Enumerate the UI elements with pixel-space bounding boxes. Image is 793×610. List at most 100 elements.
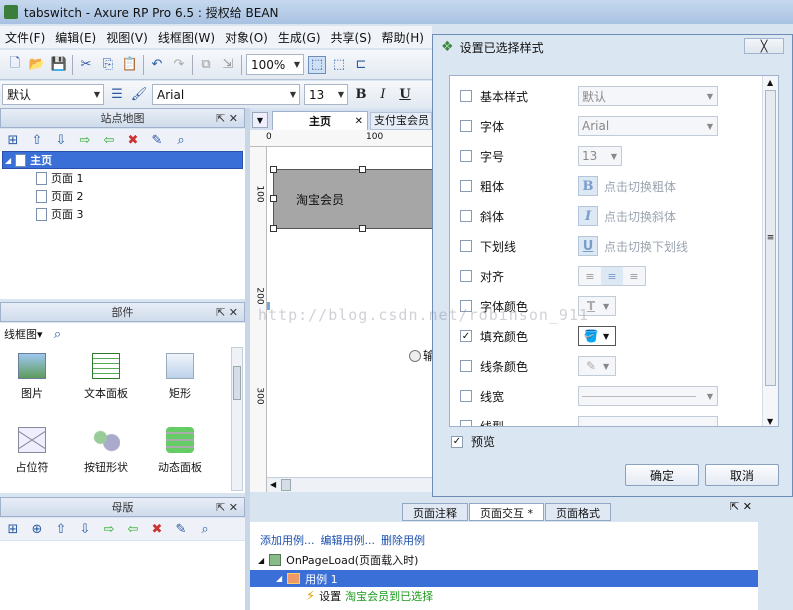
menu-view[interactable]: 视图(V) [101,29,153,46]
move-down-icon[interactable]: ⇩ [52,131,70,149]
paste-icon[interactable]: 📋 [121,56,139,74]
fill-color-picker[interactable]: 🪣 ▼ [578,326,616,346]
scroll-up-icon[interactable]: ▲ [767,78,773,87]
copy-format-icon[interactable]: ⧉ [197,56,215,74]
library-select[interactable]: 线框图▾ [4,326,43,342]
widget-button-shape[interactable]: 按钮形状 [76,427,136,475]
panel-controls[interactable]: ⇱ ✕ [730,500,752,513]
panel-controls[interactable]: ⇱ ✕ [216,306,238,319]
paste-format-icon[interactable]: ⇲ [219,56,237,74]
tab-page-interactions[interactable]: 页面交互 * [469,503,544,521]
action-row[interactable]: ⚡ 设置 淘宝会员到已选择 [306,588,433,604]
bold-button[interactable]: B [352,86,370,104]
italic-toggle[interactable]: I 点击切换斜体 [578,206,676,226]
copy-icon[interactable]: ⎘ [99,56,117,74]
scroll-down-icon[interactable]: ▼ [767,417,773,426]
collapse-triangle-icon[interactable]: ◢ [276,574,282,583]
master-properties-icon[interactable]: ✎ [172,520,190,538]
preview-option[interactable]: ✓ 预览 [451,433,495,450]
tab-page-formatting[interactable]: 页面格式 [545,503,611,521]
scroll-thumb[interactable] [281,479,291,491]
italic-button[interactable]: I [374,86,392,104]
move-down-icon[interactable]: ⇩ [76,520,94,538]
checkbox[interactable] [460,390,472,402]
add-case-link[interactable]: 添加用例... [260,532,315,548]
indent-icon[interactable]: ⇨ [100,520,118,538]
sitemap-item[interactable]: 页面 2 [0,187,245,205]
design-canvas[interactable]: 淘宝会员 输 [267,147,443,477]
sitemap-item[interactable]: 页面 3 [0,205,245,223]
sitemap-root[interactable]: ◢ 主页 [2,151,243,169]
checkbox[interactable] [460,240,472,252]
checkbox[interactable] [460,420,472,426]
cut-icon[interactable]: ✂ [77,56,95,74]
checkbox[interactable] [460,210,472,222]
redo-icon[interactable]: ↷ [170,56,188,74]
panel-controls[interactable]: ⇱ ✕ [216,501,238,514]
outdent-icon[interactable]: ⇦ [124,520,142,538]
checkbox-checked[interactable]: ✓ [451,435,463,448]
dialog-scrollbar[interactable]: ▲ ≡ ▼ [762,76,778,426]
delete-master-icon[interactable]: ✖ [148,520,166,538]
menu-file[interactable]: 文件(F) [0,29,50,46]
tab-list-dropdown[interactable]: ▼ [252,112,268,128]
menu-help[interactable]: 帮助(H) [377,29,429,46]
menu-share[interactable]: 共享(S) [326,29,377,46]
checkbox[interactable] [460,360,472,372]
scroll-left-icon[interactable]: ◀ [270,480,276,489]
connector-icon[interactable]: ⊏ [352,56,370,74]
font-select[interactable]: Arial ▼ [578,116,718,136]
widget-placeholder[interactable]: 占位符 [2,427,62,475]
move-up-icon[interactable]: ⇧ [52,520,70,538]
widget-image[interactable]: 图片 [2,353,62,401]
collapse-triangle-icon[interactable]: ◢ [5,156,11,165]
font-size-select[interactable]: 13 ▼ [578,146,622,166]
checkbox[interactable] [460,120,472,132]
checkbox[interactable] [460,180,472,192]
search-icon[interactable]: ⌕ [196,520,214,538]
case-row[interactable]: ◢ 用例 1 [250,570,758,587]
search-icon[interactable]: ⌕ [49,325,67,343]
underline-button[interactable]: U [396,86,414,104]
ok-button[interactable]: 确定 [625,464,699,486]
resize-handle[interactable] [270,166,277,173]
style-editor-icon[interactable]: ☰ [108,86,126,104]
widget-text-panel[interactable]: 文本面板 [76,353,136,401]
select-contained-icon[interactable]: ⬚ [330,56,348,74]
resize-handle[interactable] [270,225,277,232]
menu-generate[interactable]: 生成(G) [273,29,326,46]
checkbox[interactable] [460,300,472,312]
line-color-picker[interactable]: ✎ ▼ [578,356,616,376]
font-size-select[interactable]: 13 ▼ [304,84,348,105]
page-properties-icon[interactable]: ✎ [148,131,166,149]
canvas-hscroll[interactable]: ◀ [267,477,432,492]
add-folder-icon[interactable]: ⊕ [28,520,46,538]
bold-toggle[interactable]: B 点击切换粗体 [578,176,676,196]
checkbox[interactable] [460,270,472,282]
add-master-icon[interactable]: ⊞ [4,520,22,538]
checkbox-checked[interactable]: ✓ [460,330,472,342]
font-select[interactable]: Arial ▼ [152,84,300,105]
tab-alipay-member[interactable]: 支付宝会员 [370,112,432,130]
font-color-picker[interactable]: T ▼ [578,296,616,316]
menu-edit[interactable]: 编辑(E) [50,29,101,46]
cancel-button[interactable]: 取消 [705,464,779,486]
collapse-triangle-icon[interactable]: ◢ [258,556,264,565]
edit-case-link[interactable]: 编辑用例... [321,532,376,548]
new-file-icon[interactable]: 🗋 [6,56,24,74]
scroll-thumb[interactable]: ≡ [765,90,776,386]
tab-page-notes[interactable]: 页面注释 [402,503,468,521]
undo-icon[interactable]: ↶ [148,56,166,74]
align-center-icon[interactable]: ≡ [601,267,623,285]
close-icon[interactable]: ✕ [355,116,363,127]
save-icon[interactable]: 💾 [50,56,68,74]
add-page-icon[interactable]: ⊞ [4,131,22,149]
resize-handle[interactable] [359,166,366,173]
widget-dynamic-panel[interactable]: 动态面板 [150,427,210,475]
sitemap-item[interactable]: 页面 1 [0,169,245,187]
delete-case-link[interactable]: 删除用例 [381,532,425,548]
zoom-select[interactable]: 100% ▼ [246,54,304,75]
widget-rectangle[interactable]: 矩形 [150,353,210,401]
selected-shape[interactable]: 淘宝会员 [273,169,443,229]
close-button[interactable]: ╳ [744,38,784,54]
